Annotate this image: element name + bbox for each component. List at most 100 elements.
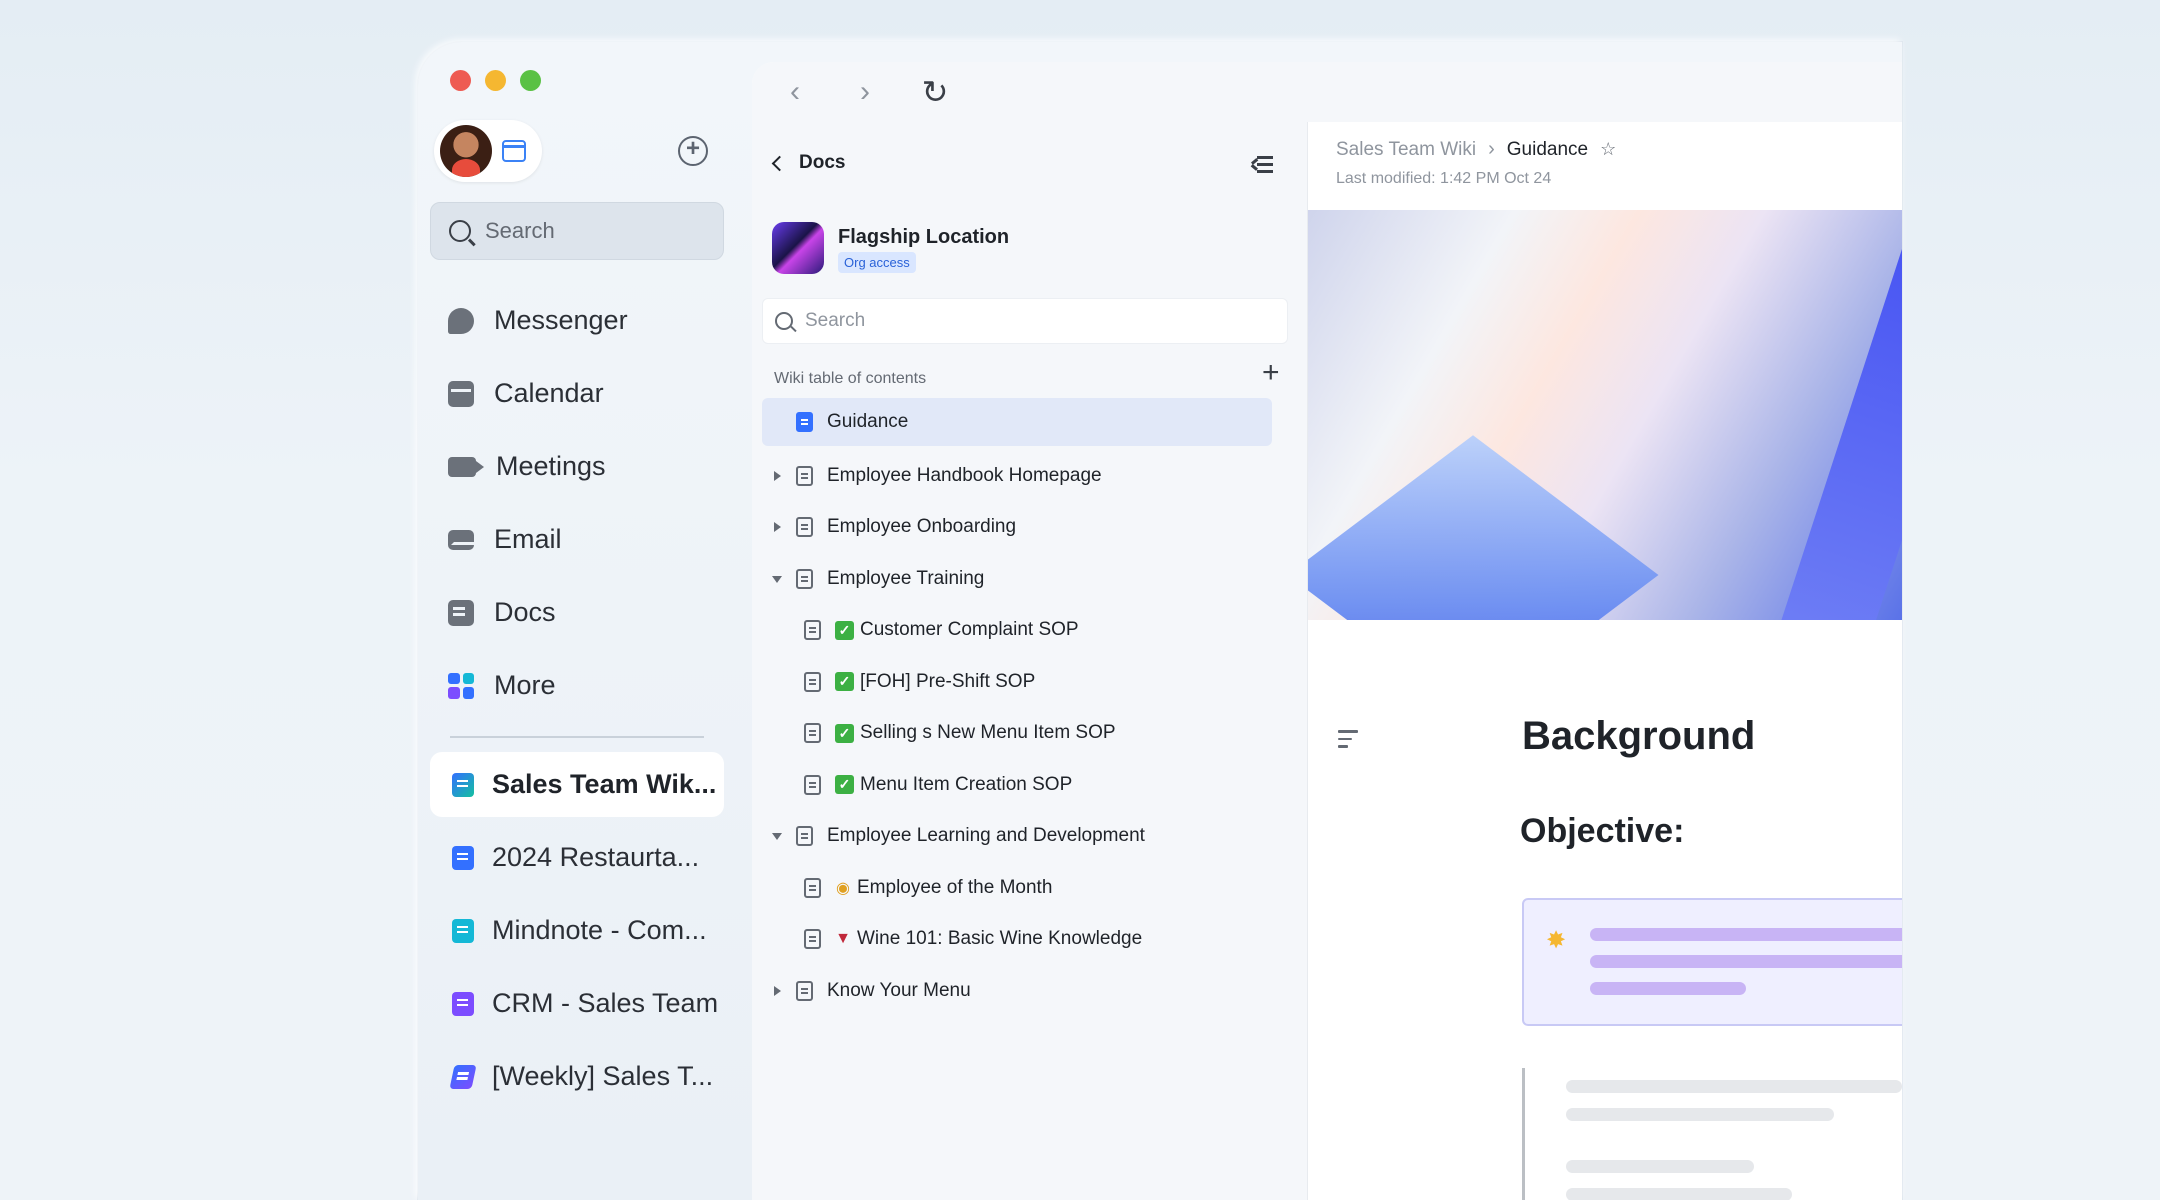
messenger-icon: [448, 307, 474, 334]
more-icon: [448, 672, 474, 699]
toc-item-guidance[interactable]: Guidance: [762, 398, 1272, 446]
favorite-item-weekly-sales[interactable]: [Weekly] Sales T...: [430, 1044, 724, 1109]
favorite-item-crm[interactable]: CRM - Sales Team: [430, 971, 724, 1036]
sidebar-item-label: More: [494, 670, 556, 700]
toc-item-customer-complaint[interactable]: ✓ Customer Complaint SOP: [762, 605, 1272, 657]
cover-shape: [1773, 210, 1902, 620]
check-emoji-icon: ✓: [835, 672, 854, 692]
space-name[interactable]: Flagship Location: [838, 226, 1009, 249]
cover-shape: [1308, 435, 1659, 620]
caret-down-icon[interactable]: [770, 828, 786, 844]
caret-down-icon[interactable]: [770, 571, 786, 587]
minimize-window-button[interactable]: [485, 70, 506, 91]
search-icon: [775, 312, 793, 330]
sidebar-nav: Messenger Calendar Meetings Email Docs M…: [430, 284, 724, 1117]
chevron-left-icon: [771, 155, 788, 171]
maximize-window-button[interactable]: [520, 70, 541, 91]
docs-back-label: Docs: [799, 152, 846, 173]
collapse-sidebar-icon[interactable]: [1251, 156, 1273, 173]
toc-item-label: Employee Onboarding: [827, 516, 1017, 538]
placeholder-line: [1566, 1080, 1902, 1093]
calendar-icon: [448, 380, 474, 407]
browser-toolbar: ‹ › ↻: [752, 62, 1902, 122]
toc-heading: Wiki table of contents: [774, 370, 927, 387]
email-icon: [448, 529, 474, 550]
toc-item-label: Wine 101: Basic Wine Knowledge: [857, 928, 1143, 950]
sidebar-item-label: Calendar: [494, 378, 604, 408]
check-emoji-icon: ✓: [835, 620, 854, 640]
space-logo: [772, 222, 824, 274]
outline-icon[interactable]: [1338, 730, 1358, 753]
favorite-item-label: Sales Team Wik...: [492, 769, 717, 799]
placeholder-line: [1590, 955, 1902, 968]
quote-bar: [1522, 1068, 1525, 1200]
calendar-status-icon: [502, 140, 526, 162]
toc-item-label: [FOH] Pre-Shift SOP: [860, 670, 1036, 692]
section-heading: Objective:: [1520, 812, 1685, 850]
toc-item-employee-onboarding[interactable]: Employee Onboarding: [762, 502, 1272, 554]
caret-right-icon[interactable]: [770, 983, 786, 999]
toc-item-employee-training[interactable]: Employee Training: [762, 553, 1272, 605]
breadcrumb-parent[interactable]: Sales Team Wiki: [1336, 139, 1476, 161]
add-page-icon[interactable]: +: [1262, 358, 1280, 388]
wiki-icon: [452, 772, 474, 797]
doc-icon: [804, 929, 821, 950]
reload-icon[interactable]: ↻: [920, 73, 950, 111]
back-icon[interactable]: ‹: [780, 75, 810, 109]
toc-item-selling-new-menu[interactable]: ✓ Selling s New Menu Item SOP: [762, 708, 1272, 760]
video-icon: [448, 456, 484, 477]
toc-item-menu-item-creation[interactable]: ✓ Menu Item Creation SOP: [762, 759, 1272, 811]
sidebar-item-more[interactable]: More: [430, 649, 724, 722]
toc-item-employee-handbook[interactable]: Employee Handbook Homepage: [762, 450, 1272, 502]
check-emoji-icon: ✓: [835, 775, 854, 795]
doc-icon: [804, 774, 821, 795]
avatar: [440, 125, 492, 177]
create-new-button[interactable]: +: [678, 136, 708, 166]
sidebar-item-email[interactable]: Email: [430, 503, 724, 576]
toc-item-employee-of-month[interactable]: ◉ Employee of the Month: [762, 862, 1272, 914]
sidebar-divider: [450, 736, 704, 738]
sidebar-item-meetings[interactable]: Meetings: [430, 430, 724, 503]
wiki-search-input[interactable]: Search: [762, 298, 1288, 344]
favorite-item-2024-restaurant[interactable]: 2024 Restaurta...: [430, 825, 724, 890]
breadcrumb-current[interactable]: Guidance: [1507, 139, 1588, 161]
account-switcher[interactable]: [434, 120, 542, 182]
doc-icon: [796, 465, 813, 486]
favorite-item-label: CRM - Sales Team: [492, 988, 719, 1018]
placeholder-line: [1566, 1188, 1792, 1200]
sidebar-item-docs[interactable]: Docs: [430, 576, 724, 649]
doc-icon: [452, 845, 474, 870]
sidebar-search[interactable]: Search: [430, 202, 724, 260]
sidebar-item-messenger[interactable]: Messenger: [430, 284, 724, 357]
slides-icon: [449, 1064, 477, 1089]
browser-pane: ‹ › ↻ Docs Flagship Location Org access …: [752, 62, 1902, 1200]
toc-item-label: Employee Handbook Homepage: [827, 464, 1102, 486]
base-icon: [452, 991, 474, 1016]
caret-right-icon[interactable]: [770, 519, 786, 535]
docs-back-button[interactable]: Docs: [771, 152, 846, 174]
placeholder-line: [1566, 1160, 1754, 1173]
pin-icon[interactable]: ☆: [1600, 139, 1616, 160]
toc-item-learning-development[interactable]: Employee Learning and Development: [762, 811, 1272, 863]
favorite-item-sales-team-wiki[interactable]: Sales Team Wik...: [430, 752, 724, 817]
toc-item-label: Customer Complaint SOP: [860, 619, 1079, 641]
sidebar-item-calendar[interactable]: Calendar: [430, 357, 724, 430]
toc-item-label: Employee Learning and Development: [827, 825, 1145, 847]
sidebar-item-label: Messenger: [494, 305, 628, 335]
close-window-button[interactable]: [450, 70, 471, 91]
forward-icon[interactable]: ›: [850, 75, 880, 109]
toc-item-wine-101[interactable]: ▼ Wine 101: Basic Wine Knowledge: [762, 914, 1272, 966]
last-modified: Last modified: 1:42 PM Oct 24: [1336, 170, 1552, 187]
cover-image: [1308, 210, 1902, 620]
sidebar-search-placeholder: Search: [485, 218, 555, 243]
sidebar-item-label: Meetings: [496, 451, 606, 481]
toc-item-know-your-menu[interactable]: Know Your Menu: [762, 965, 1272, 1017]
toc-item-pre-shift[interactable]: ✓ [FOH] Pre-Shift SOP: [762, 656, 1272, 708]
doc-icon: [796, 980, 813, 1001]
favorite-item-mindnote[interactable]: Mindnote - Com...: [430, 898, 724, 963]
toc-item-label: Employee Training: [827, 567, 985, 589]
check-emoji-icon: ✓: [835, 723, 854, 743]
favorite-item-label: Mindnote - Com...: [492, 915, 707, 945]
toc-item-label: Guidance: [827, 411, 909, 432]
caret-right-icon[interactable]: [770, 468, 786, 484]
